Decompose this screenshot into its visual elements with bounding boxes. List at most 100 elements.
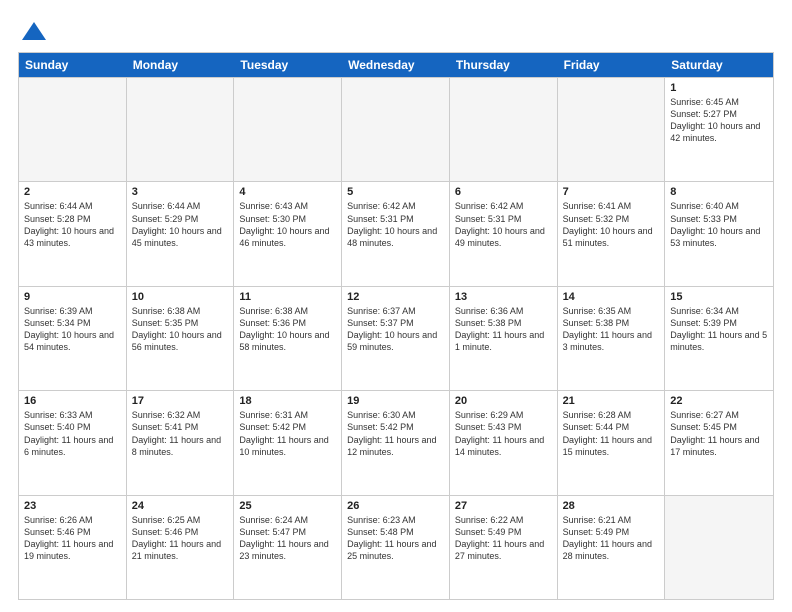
day-number: 13 [455, 291, 552, 303]
header-day-monday: Monday [127, 53, 235, 77]
empty-cell [558, 78, 666, 181]
header-day-saturday: Saturday [665, 53, 773, 77]
day-cell-25: 25Sunrise: 6:24 AM Sunset: 5:47 PM Dayli… [234, 496, 342, 599]
header-day-friday: Friday [558, 53, 666, 77]
day-cell-23: 23Sunrise: 6:26 AM Sunset: 5:46 PM Dayli… [19, 496, 127, 599]
calendar-body: 1 Sunrise: 6:45 AM Sunset: 5:27 PM Daylig… [19, 77, 773, 599]
header-day-sunday: Sunday [19, 53, 127, 77]
day-number: 9 [24, 291, 121, 303]
logo [18, 18, 48, 42]
day-info: Sunrise: 6:35 AM Sunset: 5:38 PM Dayligh… [563, 305, 660, 354]
week-row-1: 2 Sunrise: 6:44 AM Sunset: 5:28 PM Daylig… [19, 181, 773, 285]
day-cell-17: 17Sunrise: 6:32 AM Sunset: 5:41 PM Dayli… [127, 391, 235, 494]
day-cell-21: 21 Sunrise: 6:28 AM Sunset: 5:44 PM Dayli… [558, 391, 666, 494]
day-cell-22: 22 Sunrise: 6:27 AM Sunset: 5:45 PM Dayli… [665, 391, 773, 494]
day-info: Sunrise: 6:31 AM Sunset: 5:42 PM Dayligh… [239, 409, 336, 458]
day-cell-20: 20Sunrise: 6:29 AM Sunset: 5:43 PM Dayli… [450, 391, 558, 494]
day-number: 5 [347, 186, 444, 198]
day-cell-24: 24 Sunrise: 6:25 AM Sunset: 5:46 PM Dayli… [127, 496, 235, 599]
week-row-0: 1 Sunrise: 6:45 AM Sunset: 5:27 PM Daylig… [19, 77, 773, 181]
day-number: 21 [563, 395, 660, 407]
day-info: Sunrise: 6:38 AM Sunset: 5:35 PM Dayligh… [132, 305, 229, 354]
day-number: 19 [347, 395, 444, 407]
day-info: Sunrise: 6:25 AM Sunset: 5:46 PM Dayligh… [132, 514, 229, 563]
day-info: Sunrise: 6:37 AM Sunset: 5:37 PM Dayligh… [347, 305, 444, 354]
day-number: 27 [455, 500, 552, 512]
empty-cell [450, 78, 558, 181]
day-number: 22 [670, 395, 768, 407]
day-number: 12 [347, 291, 444, 303]
empty-cell [665, 496, 773, 599]
day-info: Sunrise: 6:44 AM Sunset: 5:28 PM Dayligh… [24, 200, 121, 249]
day-number: 11 [239, 291, 336, 303]
day-info: Sunrise: 6:41 AM Sunset: 5:32 PM Dayligh… [563, 200, 660, 249]
day-info: Sunrise: 6:23 AM Sunset: 5:48 PM Dayligh… [347, 514, 444, 563]
day-number: 20 [455, 395, 552, 407]
day-cell-12: 12 Sunrise: 6:37 AM Sunset: 5:37 PM Dayli… [342, 287, 450, 390]
day-info: Sunrise: 6:27 AM Sunset: 5:45 PM Dayligh… [670, 409, 768, 458]
day-cell-11: 11 Sunrise: 6:38 AM Sunset: 5:36 PM Dayli… [234, 287, 342, 390]
day-info: Sunrise: 6:28 AM Sunset: 5:44 PM Dayligh… [563, 409, 660, 458]
empty-cell [127, 78, 235, 181]
week-row-3: 16 Sunrise: 6:33 AM Sunset: 5:40 PM Dayli… [19, 390, 773, 494]
day-cell-7: 7 Sunrise: 6:41 AM Sunset: 5:32 PM Daylig… [558, 182, 666, 285]
day-cell-8: 8 Sunrise: 6:40 AM Sunset: 5:33 PM Daylig… [665, 182, 773, 285]
day-number: 4 [239, 186, 336, 198]
day-info: Sunrise: 6:24 AM Sunset: 5:47 PM Dayligh… [239, 514, 336, 563]
day-info: Sunrise: 6:30 AM Sunset: 5:42 PM Dayligh… [347, 409, 444, 458]
day-cell-9: 9Sunrise: 6:39 AM Sunset: 5:34 PM Daylig… [19, 287, 127, 390]
calendar: SundayMondayTuesdayWednesdayThursdayFrid… [18, 52, 774, 600]
day-info: Sunrise: 6:32 AM Sunset: 5:41 PM Dayligh… [132, 409, 229, 458]
calendar-header: SundayMondayTuesdayWednesdayThursdayFrid… [19, 53, 773, 77]
day-number: 3 [132, 186, 229, 198]
empty-cell [342, 78, 450, 181]
day-cell-14: 14Sunrise: 6:35 AM Sunset: 5:38 PM Dayli… [558, 287, 666, 390]
day-number: 2 [24, 186, 121, 198]
day-info: Sunrise: 6:21 AM Sunset: 5:49 PM Dayligh… [563, 514, 660, 563]
day-info: Sunrise: 6:36 AM Sunset: 5:38 PM Dayligh… [455, 305, 552, 354]
day-cell-5: 5 Sunrise: 6:42 AM Sunset: 5:31 PM Daylig… [342, 182, 450, 285]
day-number: 8 [670, 186, 768, 198]
logo-icon [20, 18, 48, 46]
empty-cell [234, 78, 342, 181]
header [18, 18, 774, 42]
day-cell-18: 18 Sunrise: 6:31 AM Sunset: 5:42 PM Dayli… [234, 391, 342, 494]
day-cell-28: 28 Sunrise: 6:21 AM Sunset: 5:49 PM Dayli… [558, 496, 666, 599]
day-cell-27: 27 Sunrise: 6:22 AM Sunset: 5:49 PM Dayli… [450, 496, 558, 599]
day-number: 23 [24, 500, 121, 512]
day-number: 24 [132, 500, 229, 512]
day-info: Sunrise: 6:45 AM Sunset: 5:27 PM Dayligh… [670, 96, 768, 145]
day-cell-2: 2 Sunrise: 6:44 AM Sunset: 5:28 PM Daylig… [19, 182, 127, 285]
day-number: 28 [563, 500, 660, 512]
header-day-thursday: Thursday [450, 53, 558, 77]
day-cell-4: 4 Sunrise: 6:43 AM Sunset: 5:30 PM Daylig… [234, 182, 342, 285]
day-cell-6: 6 Sunrise: 6:42 AM Sunset: 5:31 PM Daylig… [450, 182, 558, 285]
day-cell-13: 13 Sunrise: 6:36 AM Sunset: 5:38 PM Dayli… [450, 287, 558, 390]
header-day-wednesday: Wednesday [342, 53, 450, 77]
day-cell-3: 3 Sunrise: 6:44 AM Sunset: 5:29 PM Daylig… [127, 182, 235, 285]
day-info: Sunrise: 6:33 AM Sunset: 5:40 PM Dayligh… [24, 409, 121, 458]
week-row-4: 23Sunrise: 6:26 AM Sunset: 5:46 PM Dayli… [19, 495, 773, 599]
day-cell-26: 26Sunrise: 6:23 AM Sunset: 5:48 PM Dayli… [342, 496, 450, 599]
day-info: Sunrise: 6:22 AM Sunset: 5:49 PM Dayligh… [455, 514, 552, 563]
day-info: Sunrise: 6:38 AM Sunset: 5:36 PM Dayligh… [239, 305, 336, 354]
day-number: 16 [24, 395, 121, 407]
day-number: 7 [563, 186, 660, 198]
day-number: 1 [670, 82, 768, 94]
day-info: Sunrise: 6:44 AM Sunset: 5:29 PM Dayligh… [132, 200, 229, 249]
empty-cell [19, 78, 127, 181]
day-number: 15 [670, 291, 768, 303]
day-cell-15: 15 Sunrise: 6:34 AM Sunset: 5:39 PM Dayli… [665, 287, 773, 390]
page: SundayMondayTuesdayWednesdayThursdayFrid… [0, 0, 792, 612]
day-number: 10 [132, 291, 229, 303]
day-info: Sunrise: 6:43 AM Sunset: 5:30 PM Dayligh… [239, 200, 336, 249]
day-info: Sunrise: 6:42 AM Sunset: 5:31 PM Dayligh… [455, 200, 552, 249]
header-day-tuesday: Tuesday [234, 53, 342, 77]
day-cell-1: 1 Sunrise: 6:45 AM Sunset: 5:27 PM Daylig… [665, 78, 773, 181]
day-number: 6 [455, 186, 552, 198]
day-info: Sunrise: 6:34 AM Sunset: 5:39 PM Dayligh… [670, 305, 768, 354]
day-info: Sunrise: 6:42 AM Sunset: 5:31 PM Dayligh… [347, 200, 444, 249]
day-number: 18 [239, 395, 336, 407]
day-info: Sunrise: 6:40 AM Sunset: 5:33 PM Dayligh… [670, 200, 768, 249]
day-cell-19: 19 Sunrise: 6:30 AM Sunset: 5:42 PM Dayli… [342, 391, 450, 494]
